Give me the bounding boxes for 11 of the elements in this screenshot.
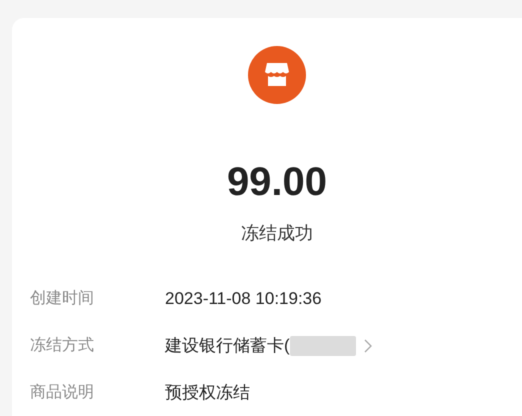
detail-label: 冻结方式 [30, 336, 95, 356]
detail-value: 2023-11-08 10:19:36 [165, 288, 322, 310]
detail-label: 商品说明 [30, 382, 95, 402]
chevron-right-icon[interactable] [364, 338, 372, 352]
detail-value: 建设银行储蓄卡( [165, 334, 290, 357]
masked-number [290, 336, 356, 356]
detail-value: 预授权冻结 [165, 382, 250, 404]
status-text: 冻结成功 [241, 224, 313, 242]
amount: 99.00 [226, 162, 328, 202]
detail-label: 创建时间 [30, 288, 95, 308]
store-icon [248, 46, 306, 104]
